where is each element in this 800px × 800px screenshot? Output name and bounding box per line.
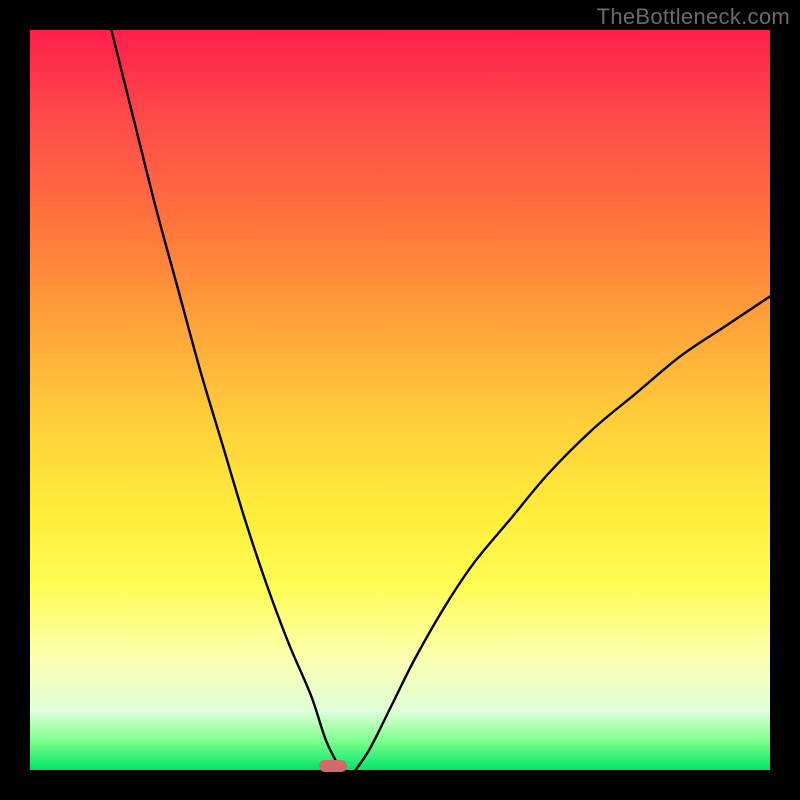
optimal-marker <box>319 760 347 772</box>
curve-layer <box>30 30 770 770</box>
plot-area <box>30 30 770 770</box>
chart-frame: TheBottleneck.com <box>0 0 800 800</box>
left-branch-path <box>111 30 340 770</box>
watermark-text: TheBottleneck.com <box>597 4 790 30</box>
right-branch-path <box>356 296 770 770</box>
